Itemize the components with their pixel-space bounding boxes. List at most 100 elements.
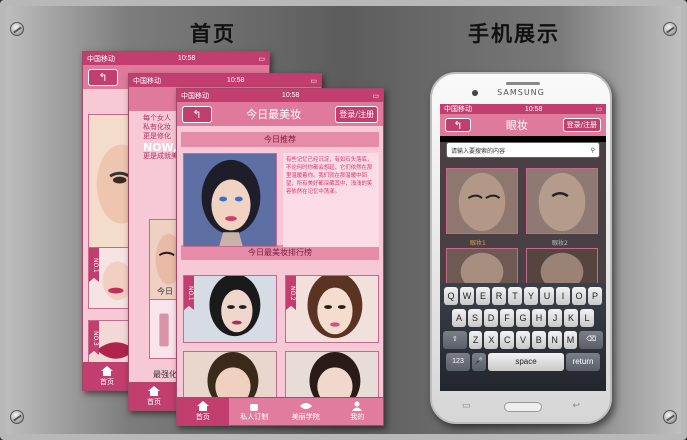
key[interactable]: N <box>547 331 562 349</box>
delete-key[interactable]: ⌫ <box>579 331 604 349</box>
eye-makeup-image[interactable] <box>526 248 598 286</box>
section-rank-header: 今日最美妆排行榜 <box>181 245 379 260</box>
rank-image[interactable]: NO.2 <box>285 275 379 343</box>
nav-academy[interactable]: 美丽学院 <box>280 398 332 425</box>
key[interactable]: H <box>532 309 546 327</box>
face-image-icon <box>286 352 378 398</box>
speaker-icon <box>506 82 540 85</box>
nav-home[interactable]: 首页 <box>177 398 229 425</box>
back-button[interactable]: ↰ <box>445 118 471 132</box>
face-image-icon <box>527 249 597 285</box>
key[interactable]: X <box>484 331 499 349</box>
heading-home: 首页 <box>190 22 236 46</box>
rank-image[interactable] <box>285 351 379 399</box>
back-button[interactable]: ↰ <box>88 68 118 86</box>
face-image-icon <box>527 169 597 233</box>
key[interactable]: I <box>556 287 570 305</box>
menu-key-icon[interactable]: ▭ <box>462 401 471 411</box>
nav-custom[interactable]: 私人订制 <box>229 398 281 425</box>
page-title: 眼妆 <box>505 119 528 132</box>
key[interactable]: J <box>548 309 562 327</box>
login-button[interactable]: 登录/注册 <box>562 118 601 132</box>
carrier-label: 中国移动 <box>133 77 161 85</box>
samsung-device: SAMSUNG 中国移动 10:58 ▭ ↰ 眼妆 登录/注册 请输入要搜索的内… <box>430 72 612 424</box>
title-bar: ↰ 今日最美妆 登录/注册 <box>177 102 383 126</box>
search-icon[interactable]: ⚲ <box>591 147 595 154</box>
status-bar: 中国移动 10:58 ▭ <box>440 104 606 114</box>
screw-icon <box>10 410 24 424</box>
key[interactable]: C <box>500 331 515 349</box>
rank-badge: NO.2 <box>286 276 296 310</box>
time-label: 10:58 <box>226 77 245 84</box>
nav-home[interactable]: 首页 <box>129 383 179 410</box>
battery-icon: ▭ <box>372 92 379 100</box>
device-screen: 中国移动 10:58 ▭ ↰ 眼妆 登录/注册 请输入要搜索的内容 ⚲ 眼妆1 … <box>440 104 606 391</box>
key[interactable]: S <box>468 309 482 327</box>
battery-icon: ▭ <box>310 77 317 85</box>
mic-key[interactable]: 🎤 <box>472 353 486 371</box>
search-input[interactable]: 请输入要搜索的内容 ⚲ <box>446 142 600 158</box>
eye-makeup-image[interactable] <box>526 168 598 234</box>
eye-makeup-image[interactable] <box>446 248 518 286</box>
face-image-icon <box>447 169 517 233</box>
lips-icon <box>299 403 312 409</box>
carrier-label: 中国移动 <box>87 55 115 63</box>
key[interactable]: F <box>500 309 514 327</box>
rank-badge: NO.1 <box>89 248 99 282</box>
key[interactable]: K <box>564 309 578 327</box>
search-placeholder: 请输入要搜索的内容 <box>451 147 506 155</box>
nav-home-label: 首页 <box>195 413 210 421</box>
keyboard-row: A S D F G H J K L <box>442 309 604 327</box>
nav-home[interactable]: 首页 <box>83 363 131 390</box>
key[interactable]: A <box>452 309 466 327</box>
space-key[interactable]: space <box>488 353 564 371</box>
bottom-nav: 首页 私人订制 美丽学院 我的 <box>177 397 383 425</box>
carrier-label: 中国移动 <box>444 106 472 113</box>
back-key-icon[interactable]: ↩ <box>572 401 580 411</box>
key[interactable]: V <box>516 331 530 349</box>
nav-mine[interactable]: 我的 <box>332 398 384 425</box>
keyboard-row: Q W E R T Y U I O P <box>442 287 604 305</box>
shift-key[interactable]: ⇧ <box>442 331 467 349</box>
key[interactable]: Z <box>468 331 483 349</box>
key[interactable]: Y <box>524 287 538 305</box>
home-key[interactable] <box>504 402 542 412</box>
key[interactable]: M <box>563 331 578 349</box>
face-image-icon <box>184 154 276 246</box>
heading-phone-display: 手机展示 <box>468 22 560 46</box>
today-feature-image[interactable] <box>183 153 277 247</box>
key[interactable]: G <box>516 309 530 327</box>
back-button[interactable]: ↰ <box>182 105 212 123</box>
product-image-icon <box>150 300 178 358</box>
key[interactable]: T <box>508 287 522 305</box>
makeup-image[interactable] <box>149 299 179 359</box>
page-title: 今日最美妆 <box>246 108 302 121</box>
key[interactable]: P <box>588 287 602 305</box>
key[interactable]: D <box>484 309 498 327</box>
item-label: 眼妆2 <box>552 240 568 247</box>
return-key[interactable]: return <box>566 353 600 371</box>
screw-icon <box>10 22 24 36</box>
eye-makeup-image[interactable] <box>446 168 518 234</box>
key[interactable]: O <box>572 287 586 305</box>
carrier-label: 中国移动 <box>181 92 209 100</box>
key[interactable]: B <box>531 331 546 349</box>
key[interactable]: R <box>492 287 506 305</box>
title-bar: ↰ 眼妆 登录/注册 <box>440 114 606 136</box>
face-image-icon <box>286 276 378 342</box>
rank-image[interactable]: NO.1 <box>183 275 277 343</box>
key[interactable]: Q <box>444 287 458 305</box>
login-button[interactable]: 登录/注册 <box>335 105 378 123</box>
user-icon <box>352 401 363 411</box>
home-icon <box>196 401 209 411</box>
key[interactable]: U <box>540 287 554 305</box>
key[interactable]: L <box>580 309 594 327</box>
rank-image[interactable] <box>183 351 277 399</box>
numbers-key[interactable]: 123 <box>446 353 470 371</box>
rank-badge: NO.3 <box>89 321 99 355</box>
key[interactable]: E <box>476 287 490 305</box>
key[interactable]: W <box>460 287 474 305</box>
nav-home-label: 首页 <box>147 398 161 406</box>
face-image-icon <box>184 276 276 342</box>
item-label: 眼妆1 <box>470 240 486 247</box>
